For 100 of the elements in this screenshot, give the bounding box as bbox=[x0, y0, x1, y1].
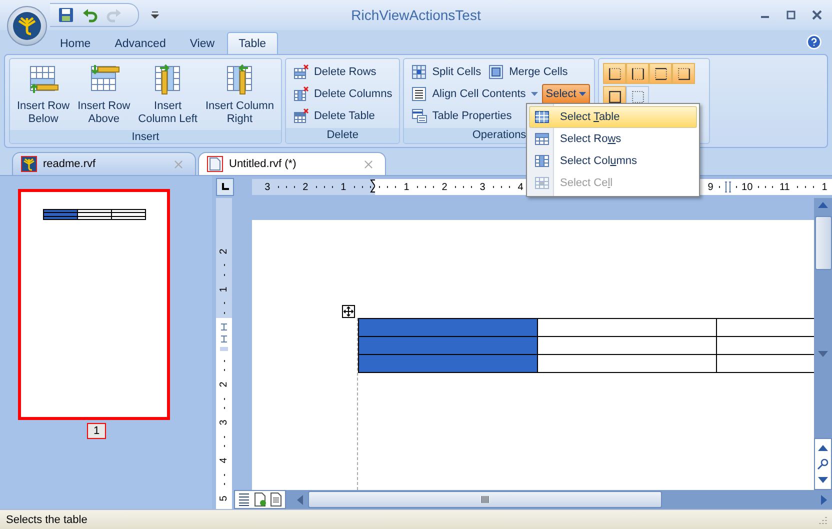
window-title: RichViewActionsTest bbox=[351, 7, 481, 23]
lines-icon bbox=[237, 492, 251, 507]
merge-cells-icon bbox=[488, 64, 504, 80]
delete-table-icon bbox=[292, 108, 309, 124]
align-lines-icon bbox=[411, 86, 428, 102]
right-arrow-icon bbox=[821, 494, 827, 504]
ribbon-button[interactable]: Insert Column Right bbox=[202, 61, 277, 128]
ribbon-tab[interactable]: Advanced bbox=[102, 32, 178, 54]
document-tab[interactable]: Untitled.rvf (*) bbox=[198, 152, 386, 175]
ribbon-tab[interactable]: Table bbox=[226, 32, 278, 54]
table-cell-icon bbox=[534, 175, 550, 191]
page-thumbnail[interactable] bbox=[18, 189, 170, 420]
split-cells-icon bbox=[411, 64, 428, 80]
search-icon bbox=[817, 458, 829, 470]
table-cell[interactable] bbox=[358, 336, 537, 355]
redo-icon bbox=[106, 7, 122, 23]
ribbon-button[interactable]: Insert Row Below bbox=[14, 61, 73, 128]
caret-icon bbox=[579, 92, 586, 96]
close-icon bbox=[812, 10, 822, 20]
table-rows-icon bbox=[534, 131, 550, 147]
caret-icon bbox=[530, 92, 538, 96]
border-button[interactable] bbox=[649, 63, 672, 84]
app-logo-icon bbox=[12, 11, 42, 41]
undo-icon bbox=[82, 7, 98, 23]
help-icon bbox=[806, 34, 822, 50]
ribbon-tab[interactable]: Home bbox=[48, 32, 103, 54]
ruler-number: 3 bbox=[480, 182, 486, 192]
ruler-number: 1 bbox=[404, 182, 410, 192]
ruler-number: 10 bbox=[742, 182, 753, 192]
ruler-number: 3 bbox=[264, 182, 270, 192]
ruler-number: 2 bbox=[442, 182, 448, 192]
border-button[interactable] bbox=[603, 63, 626, 84]
delete-columns-icon bbox=[292, 86, 309, 102]
document-tab[interactable]: readme.rvf bbox=[12, 152, 196, 175]
up-arrow-icon bbox=[818, 202, 828, 208]
ruler-number: 2 bbox=[218, 382, 230, 388]
ribbon-button[interactable]: Merge Cells bbox=[485, 62, 571, 82]
ruler-number: 4 bbox=[518, 182, 524, 192]
dropdown-icon bbox=[151, 11, 159, 19]
menu-item[interactable]: Select Columns bbox=[529, 150, 697, 172]
ruler-number: 3 bbox=[218, 420, 230, 426]
ruler-number: 1 bbox=[218, 286, 230, 292]
help-button[interactable] bbox=[806, 34, 822, 50]
ruler-number: 4 bbox=[218, 458, 230, 464]
ruler-number: 9 bbox=[708, 182, 714, 192]
ruler-number: 5 bbox=[218, 496, 230, 502]
up-arrow-icon bbox=[818, 445, 828, 451]
save-icon bbox=[58, 7, 74, 23]
delete-rows-icon bbox=[292, 64, 309, 80]
resize-grip-icon bbox=[818, 514, 828, 524]
vertical-scrollbar[interactable] bbox=[814, 198, 832, 490]
browse-button[interactable] bbox=[815, 457, 831, 471]
ribbon-button[interactable]: Split Cells bbox=[408, 62, 484, 82]
table-cell[interactable] bbox=[716, 354, 814, 373]
move-handle-icon bbox=[342, 305, 355, 318]
tab-stop-icon bbox=[221, 183, 229, 191]
down-arrow-icon bbox=[818, 351, 828, 357]
status-text: Selects the table bbox=[6, 514, 88, 526]
web-view-button[interactable] bbox=[253, 492, 267, 507]
ribbon-button[interactable]: Align Cell Contents bbox=[408, 84, 541, 104]
page-view-button[interactable] bbox=[269, 492, 283, 507]
table-cell[interactable] bbox=[358, 354, 537, 373]
document-icon bbox=[207, 156, 223, 172]
table-cell[interactable] bbox=[537, 354, 716, 373]
ruler-number: 11 bbox=[779, 182, 790, 192]
margin-marker-icon bbox=[219, 322, 229, 352]
border-button[interactable] bbox=[626, 63, 650, 84]
ribbon-button[interactable]: Insert Column Left bbox=[135, 61, 200, 128]
down-arrow-icon bbox=[818, 477, 828, 483]
save-button[interactable] bbox=[56, 5, 76, 25]
select-button[interactable]: Select bbox=[542, 84, 590, 104]
ribbon-tab[interactable]: View bbox=[178, 32, 227, 54]
ruler-number: 2 bbox=[302, 182, 308, 192]
insert-row-below-icon bbox=[27, 63, 60, 95]
tab-stop-button[interactable] bbox=[216, 178, 234, 196]
table-columns-icon bbox=[534, 153, 550, 169]
table-cell[interactable] bbox=[358, 318, 537, 337]
border-button[interactable] bbox=[672, 63, 696, 84]
draft-view-button[interactable] bbox=[237, 492, 251, 507]
grip-icon bbox=[481, 496, 489, 503]
left-arrow-icon bbox=[297, 494, 303, 504]
table-cell[interactable] bbox=[716, 318, 814, 337]
menu-item[interactable]: Select Table bbox=[529, 106, 697, 128]
page-number: 1 bbox=[87, 423, 106, 439]
ribbon-button[interactable]: Table Properties bbox=[408, 106, 515, 126]
table-icon bbox=[534, 109, 550, 125]
scroll-thumb[interactable] bbox=[308, 491, 662, 508]
ribbon-button[interactable]: Delete Table bbox=[290, 106, 396, 126]
ribbon-button[interactable]: Delete Columns bbox=[290, 84, 396, 104]
maximize-icon bbox=[786, 10, 796, 20]
scroll-thumb[interactable] bbox=[814, 216, 832, 270]
ruler-number: 2 bbox=[218, 248, 230, 254]
app-menu-button[interactable] bbox=[7, 6, 47, 46]
ribbon-button[interactable]: Delete Rows bbox=[290, 62, 396, 82]
table-cell[interactable] bbox=[537, 318, 716, 337]
app-logo-icon bbox=[21, 156, 37, 172]
table-properties-icon bbox=[411, 108, 428, 124]
group-label: Delete bbox=[286, 128, 400, 143]
close-icon bbox=[362, 158, 375, 170]
ribbon-button[interactable]: Insert Row Above bbox=[74, 61, 134, 128]
